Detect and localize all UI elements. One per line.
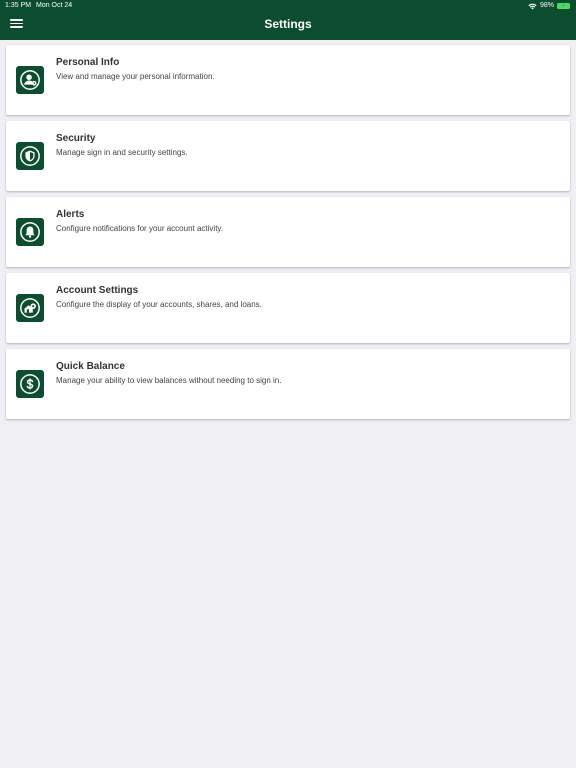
page-title: Settings (264, 17, 312, 31)
person-icon (16, 66, 44, 94)
app-header: 1:35 PM Mon Oct 24 98% ⚡ Settings (0, 0, 576, 40)
item-description: Configure the display of your accounts, … (56, 300, 262, 309)
settings-item-account-settings[interactable]: Account Settings Configure the display o… (6, 273, 570, 343)
battery-percent: 98% (539, 2, 554, 9)
status-indicators: 98% ⚡ (528, 0, 570, 12)
settings-item-quick-balance[interactable]: Quick Balance Manage your ability to vie… (6, 349, 570, 419)
settings-list: Personal Info View and manage your perso… (6, 45, 570, 425)
item-title: Account Settings (56, 285, 139, 296)
wifi-icon (528, 3, 537, 9)
status-time: 1:35 PM (5, 2, 32, 9)
item-description: Manage sign in and security settings. (56, 148, 188, 157)
dollar-icon (16, 370, 44, 398)
item-title: Alerts (56, 209, 85, 220)
item-description: Configure notifications for your account… (56, 224, 224, 233)
battery-icon: ⚡ (557, 3, 570, 9)
item-title: Security (56, 133, 96, 144)
bell-icon (16, 218, 44, 246)
settings-item-security[interactable]: Security Manage sign in and security set… (6, 121, 570, 191)
item-title: Personal Info (56, 57, 120, 68)
item-description: Manage your ability to view balances wit… (56, 376, 282, 385)
settings-item-personal-info[interactable]: Personal Info View and manage your perso… (6, 45, 570, 115)
item-description: View and manage your personal informatio… (56, 72, 215, 81)
status-date: Mon Oct 24 (36, 2, 73, 9)
status-bar: 1:35 PM Mon Oct 24 98% ⚡ (0, 0, 576, 12)
item-title: Quick Balance (56, 361, 125, 372)
shield-icon (16, 142, 44, 170)
settings-item-alerts[interactable]: Alerts Configure notifications for your … (6, 197, 570, 267)
account-gear-icon (16, 294, 44, 322)
